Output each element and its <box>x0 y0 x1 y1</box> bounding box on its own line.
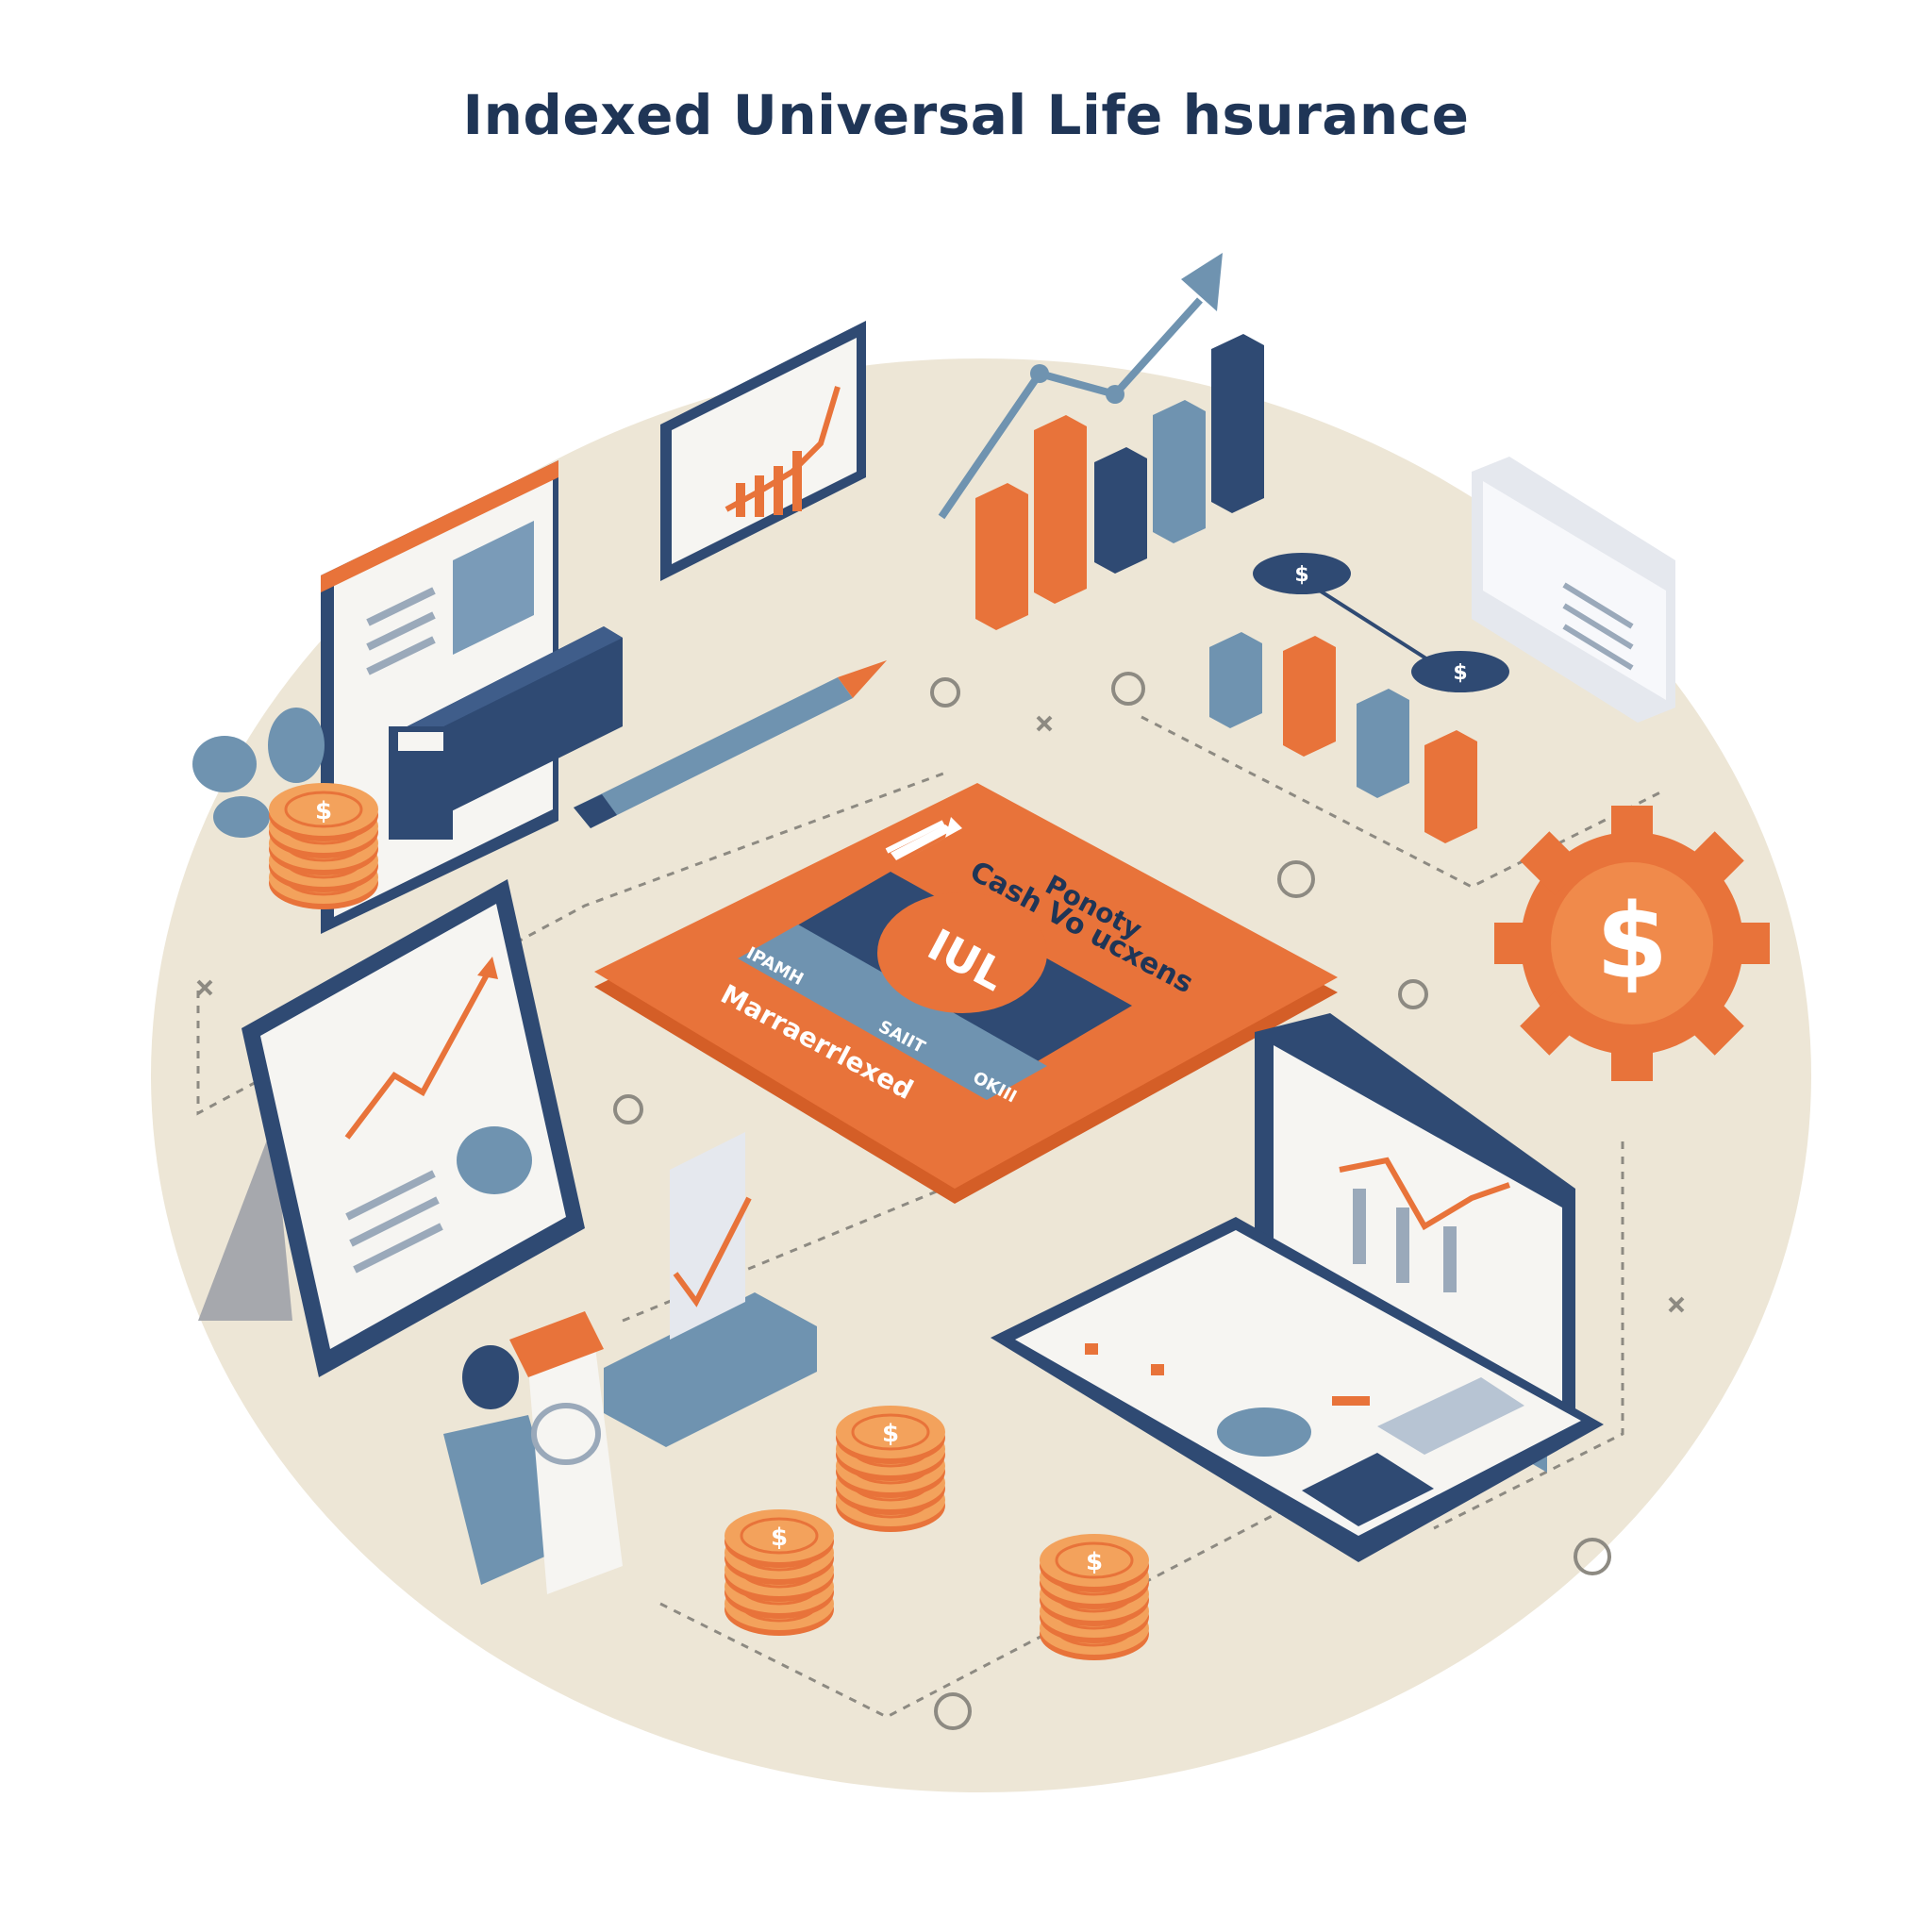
coin-stack-bottom-1 <box>834 1404 947 1534</box>
illustration-scene: $ $ Ponoty Cash Vo ucxens IUL IPAMH SAII… <box>151 253 1811 1792</box>
svg-text:$: $ <box>1596 881 1669 1002</box>
coin-stack-bottom-3 <box>1038 1532 1151 1662</box>
gear-dollar-icon: $ <box>1494 806 1770 1081</box>
coin-stack-bottom-2 <box>723 1507 836 1638</box>
svg-text:$: $ <box>1453 661 1467 685</box>
svg-text:$: $ <box>1294 563 1308 587</box>
coin-stack-icon <box>267 781 380 911</box>
